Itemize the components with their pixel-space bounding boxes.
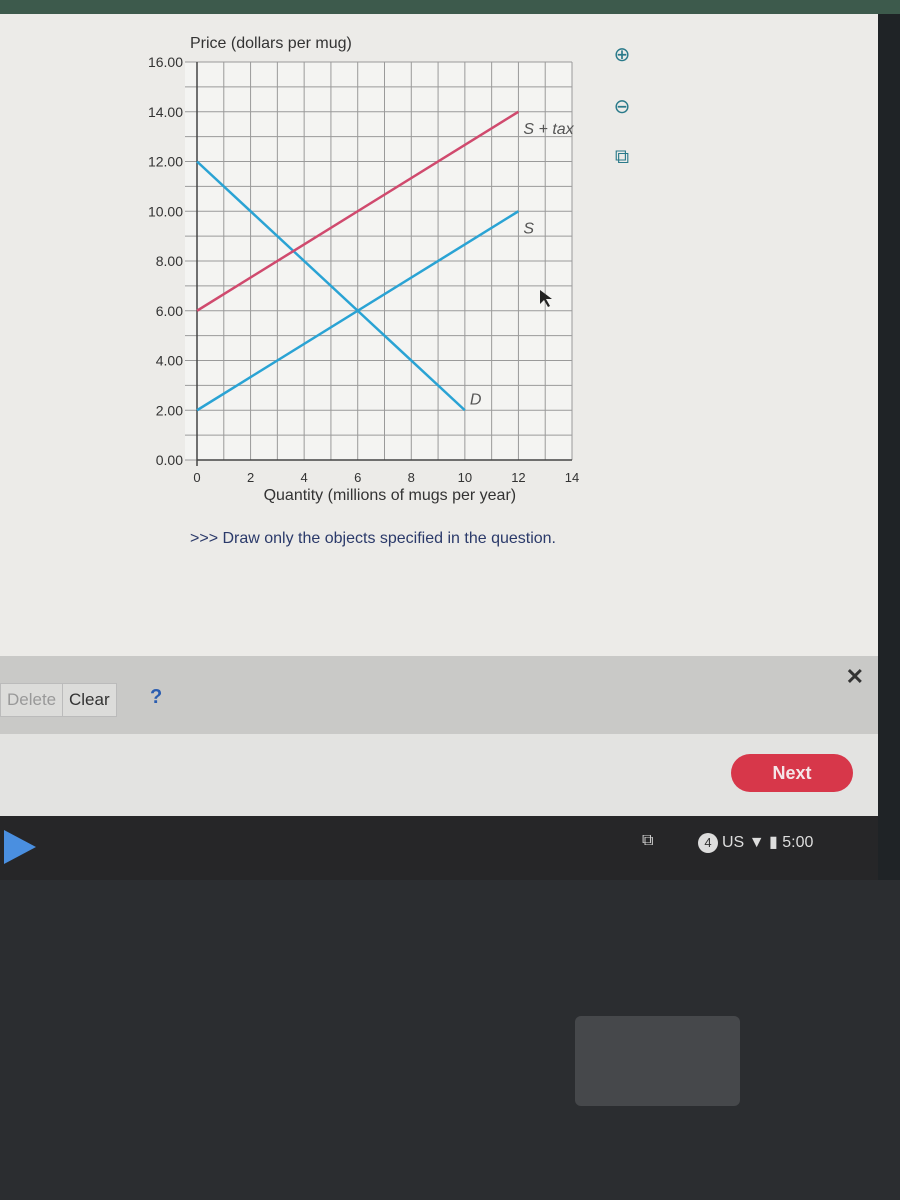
taskbar: ⧉ 4 US ▼ ▮ 5:00 — [0, 816, 878, 880]
y-tick-label: 14.00 — [148, 104, 183, 120]
delete-button[interactable]: Delete — [0, 683, 64, 717]
series-label: S — [523, 220, 534, 237]
wifi-icon: ▼ — [748, 834, 769, 851]
chart[interactable]: 0.00 2.00 4.00 6.00 8.00 10.00 12.00 14.00 16.00… — [0, 14, 878, 656]
laptop-hinge — [575, 1016, 740, 1106]
system-tray[interactable]: 4 US ▼ ▮ 5:00 — [698, 832, 813, 853]
y-tick-label: 16.00 — [148, 54, 183, 70]
window-top-strip — [0, 0, 900, 14]
zoom-in-icon[interactable]: ⊕ — [608, 42, 636, 70]
drawing-toolbar: Delete Clear ? ✕ — [0, 656, 878, 734]
screen-edge — [878, 14, 900, 880]
close-button[interactable]: ✕ — [846, 664, 864, 690]
clear-button[interactable]: Clear — [62, 683, 117, 717]
y-tick-label: 12.00 — [148, 154, 183, 170]
y-tick-label: 6.00 — [156, 303, 183, 319]
open-external-icon[interactable]: ⧉ — [608, 146, 636, 174]
x-tick-label: 14 — [565, 470, 579, 485]
x-tick-label: 12 — [511, 470, 525, 485]
y-tick-label: 8.00 — [156, 253, 183, 269]
next-button[interactable]: Next — [731, 754, 853, 792]
clock: 5:00 — [782, 834, 814, 851]
y-tick-label: 4.00 — [156, 353, 183, 369]
screenshot-icon[interactable]: ⧉ — [642, 832, 653, 850]
x-tick-label: 2 — [247, 470, 254, 485]
graph-panel: 0.00 2.00 4.00 6.00 8.00 10.00 12.00 14.00 16.00… — [0, 14, 878, 656]
play-store-icon[interactable] — [4, 830, 36, 864]
zoom-out-icon[interactable]: ⊖ — [608, 94, 636, 122]
x-tick-label: 8 — [408, 470, 415, 485]
y-axis-title: Price (dollars per mug) — [190, 35, 352, 52]
footer: Next — [0, 734, 878, 816]
series-label: S + tax — [523, 121, 574, 138]
series-label: D — [470, 391, 482, 408]
instruction-text: >>> Draw only the objects specified in t… — [190, 530, 556, 547]
help-button[interactable]: ? — [150, 686, 162, 709]
notification-badge: 4 — [698, 833, 718, 853]
y-tick-label: 10.00 — [148, 203, 183, 219]
x-tick-label: 10 — [458, 470, 472, 485]
x-axis-title: Quantity (millions of mugs per year) — [264, 487, 517, 504]
x-tick-label: 0 — [193, 470, 200, 485]
y-tick-label: 0.00 — [156, 452, 183, 468]
laptop-body — [0, 880, 900, 1200]
battery-icon: ▮ — [768, 834, 783, 851]
y-tick-label: 2.00 — [156, 402, 183, 418]
keyboard-layout: US — [722, 834, 745, 851]
x-tick-label: 4 — [301, 470, 308, 485]
x-tick-label: 6 — [354, 470, 361, 485]
